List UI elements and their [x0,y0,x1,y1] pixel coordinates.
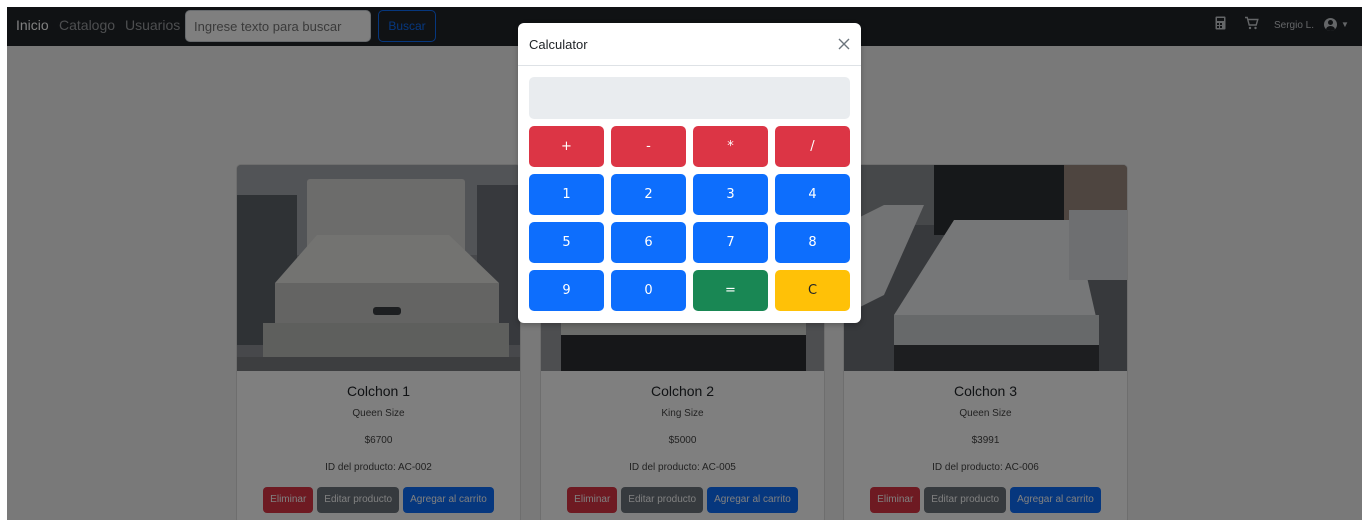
key-2[interactable]: 2 [611,174,686,215]
key-3[interactable]: 3 [693,174,768,215]
key-plus[interactable]: + [529,126,604,167]
calculator-modal: Calculator + - * / 1 2 3 4 5 6 7 8 9 0 =… [518,23,861,323]
key-equals[interactable]: = [693,270,768,311]
app-frame: Inicio Catalogo Usuarios Buscar Sergio L… [7,7,1362,520]
key-4[interactable]: 4 [775,174,850,215]
calculator-display[interactable] [529,77,850,119]
key-9[interactable]: 9 [529,270,604,311]
key-6[interactable]: 6 [611,222,686,263]
key-minus[interactable]: - [611,126,686,167]
close-icon[interactable] [835,35,853,53]
key-8[interactable]: 8 [775,222,850,263]
key-5[interactable]: 5 [529,222,604,263]
key-0[interactable]: 0 [611,270,686,311]
key-multiply[interactable]: * [693,126,768,167]
key-divide[interactable]: / [775,126,850,167]
key-7[interactable]: 7 [693,222,768,263]
modal-title: Calculator [529,37,588,52]
modal-header: Calculator [518,23,861,66]
key-1[interactable]: 1 [529,174,604,215]
key-clear[interactable]: C [775,270,850,311]
